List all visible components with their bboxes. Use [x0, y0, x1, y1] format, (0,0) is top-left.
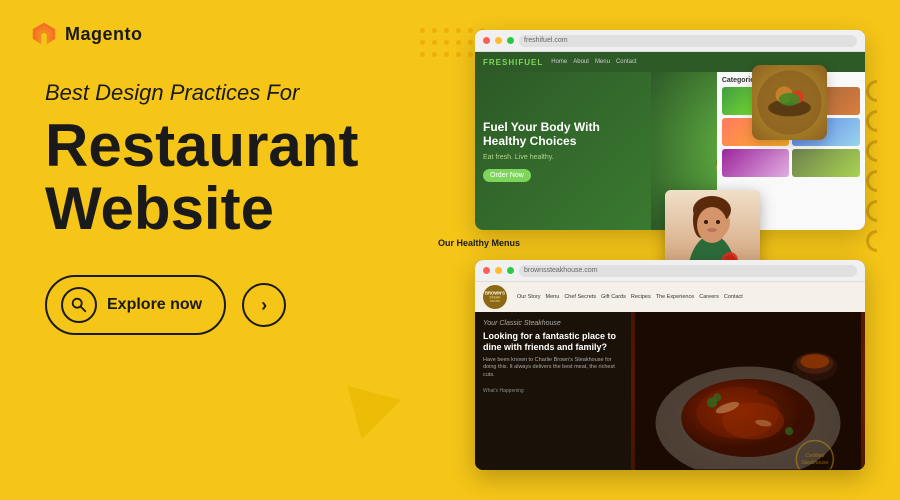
- buttons-row: Explore now ›: [45, 275, 425, 335]
- left-content: Best Design Practices For Restaurant Web…: [45, 80, 425, 335]
- steakhouse-nav: BROWN'S STEAK HOUSE Our Story Menu Chef …: [475, 282, 865, 312]
- dot: [420, 40, 425, 45]
- freshifuel-nav-items: Home About Menu Contact: [551, 59, 636, 65]
- nav-item: About: [573, 59, 589, 65]
- brand-logo: Magento: [30, 20, 143, 48]
- search-icon: [61, 287, 97, 323]
- circles-decoration: [866, 80, 888, 252]
- hero-subtitle: Best Design Practices For: [45, 80, 425, 106]
- cat-veg: [792, 149, 860, 177]
- steakhouse-hero: Your Classic Steakhouse Looking for a fa…: [475, 312, 865, 470]
- explore-label: Explore now: [107, 296, 202, 314]
- steakhouse-left-text: Have been known to Charlie Brown's Steak…: [483, 357, 623, 380]
- circle-2: [866, 110, 888, 132]
- svg-text:Certified: Certified: [805, 452, 824, 458]
- steakhouse-browser-bar: brownssteakhouse.com: [475, 260, 865, 282]
- person-label: Our Healthy Menus: [438, 238, 520, 248]
- steakhouse-logo: BROWN'S STEAK HOUSE: [483, 285, 507, 309]
- freshifuel-logo: FRESHIFUEL: [483, 58, 543, 67]
- dot: [420, 28, 425, 33]
- header: Magento: [30, 20, 143, 48]
- screenshots-container: freshifuel.com FRESHIFUEL Home About Men…: [435, 30, 865, 470]
- circle-3: [866, 140, 888, 162]
- browser-dot-red: [483, 37, 490, 44]
- nav-item: Contact: [616, 59, 637, 65]
- steakhouse-tagline: Your Classic Steakhouse: [483, 320, 623, 327]
- arrow-button[interactable]: ›: [242, 283, 286, 327]
- food-corner-decoration: [752, 65, 827, 140]
- nav-item: The Experience: [656, 294, 695, 300]
- nav-item: Our Story: [517, 294, 541, 300]
- browser-dot-green: [507, 37, 514, 44]
- circle-1: [866, 80, 888, 102]
- svg-text:Steakhouse: Steakhouse: [801, 460, 828, 466]
- steakhouse-screenshot: brownssteakhouse.com BROWN'S STEAK HOUSE: [475, 260, 865, 470]
- dot: [420, 52, 425, 57]
- explore-button[interactable]: Explore now: [45, 275, 226, 335]
- magento-icon: [30, 20, 58, 48]
- nav-item: Contact: [724, 294, 743, 300]
- brand-name: Magento: [65, 24, 143, 45]
- browser-bar: freshifuel.com: [475, 30, 865, 52]
- browser-url: freshifuel.com: [519, 35, 857, 47]
- arrow-icon: ›: [261, 295, 267, 316]
- triangle-decoration: [340, 392, 396, 440]
- nav-item: Recipes: [631, 294, 651, 300]
- steakhouse-badge: BROWN'S STEAK HOUSE: [483, 285, 507, 309]
- svg-text:HOUSE: HOUSE: [490, 299, 500, 303]
- browser-url: brownssteakhouse.com: [519, 265, 857, 277]
- circle-6: [866, 230, 888, 252]
- nav-item: Menu: [595, 59, 610, 65]
- nav-item: Gift Cards: [601, 294, 626, 300]
- cat-desserts: [722, 149, 790, 177]
- freshifuel-cta: Order Now: [483, 169, 531, 182]
- freshifuel-subtitle: Eat fresh. Live healthy.: [483, 154, 643, 161]
- freshifuel-title: Fuel Your Body With Healthy Choices: [483, 120, 643, 149]
- browser-dot: [483, 267, 490, 274]
- svg-text:BROWN'S: BROWN'S: [485, 291, 505, 296]
- hero-title: Restaurant Website: [45, 114, 425, 240]
- steak-image: Certified Steakhouse What's Happening Fi…: [631, 312, 865, 470]
- circle-4: [866, 170, 888, 192]
- steakhouse-footer-label: What's Happening: [483, 388, 623, 394]
- nav-item: Home: [551, 59, 567, 65]
- triangle-shape: [335, 386, 402, 447]
- browser-dot: [507, 267, 514, 274]
- steakhouse-nav-items: Our Story Menu Chef Secrets Gift Cards R…: [517, 294, 743, 300]
- main-container: Magento Best Design Practices For Restau…: [0, 0, 900, 500]
- browser-dot: [495, 267, 502, 274]
- nav-item: Careers: [699, 294, 719, 300]
- circle-5: [866, 200, 888, 222]
- nav-item: Menu: [546, 294, 560, 300]
- steakhouse-hero-right: Certified Steakhouse What's Happening Fi…: [631, 312, 865, 470]
- freshifuel-hero-left: Fuel Your Body With Healthy Choices Eat …: [475, 72, 651, 230]
- steakhouse-hero-left: Your Classic Steakhouse Looking for a fa…: [475, 312, 631, 470]
- browser-dot-yellow: [495, 37, 502, 44]
- nav-item: Chef Secrets: [564, 294, 596, 300]
- steakhouse-left-title: Looking for a fantastic place to dine wi…: [483, 331, 623, 353]
